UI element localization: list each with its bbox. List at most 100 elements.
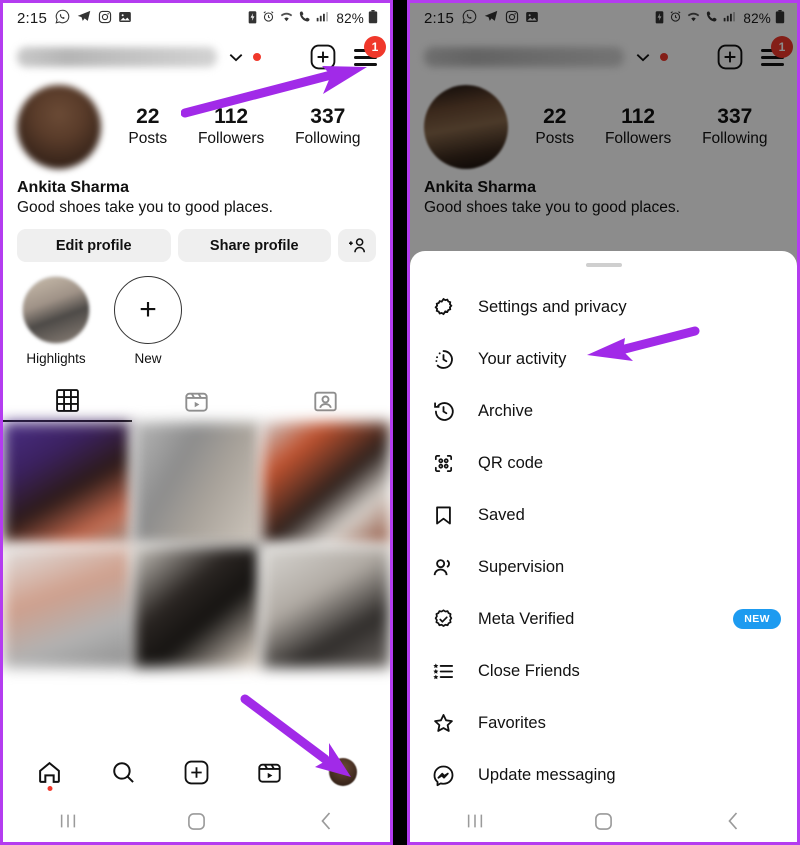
home-square-icon[interactable]: [574, 800, 634, 842]
menu-item-meta-verified[interactable]: Meta Verified NEW: [410, 593, 797, 645]
battery-saver-icon: [247, 10, 258, 27]
status-bar: 2:15 82%: [3, 3, 390, 33]
menu-item-update-messaging[interactable]: Update messaging: [410, 749, 797, 801]
new-post-button[interactable]: [308, 42, 338, 72]
back-chevron-icon[interactable]: [703, 800, 763, 842]
menu-item-label: Close Friends: [478, 661, 580, 680]
grid-cell[interactable]: [132, 422, 261, 544]
stats-group: 22 Posts 112 Followers 337 Following: [101, 105, 376, 149]
status-badge-new: NEW: [733, 609, 781, 629]
menu-item-label: Your activity: [478, 349, 567, 368]
edit-profile-button[interactable]: Edit profile: [17, 229, 171, 262]
panel-divider: [393, 0, 407, 845]
telegram-icon: [76, 9, 92, 27]
grid-cell[interactable]: [132, 546, 261, 668]
menu-item-qr-code[interactable]: QR code: [410, 437, 797, 489]
profile-bio: Good shoes take you to good places.: [17, 199, 273, 216]
system-nav-bar: [410, 800, 797, 842]
battery-icon: [368, 9, 378, 27]
create-nav-button[interactable]: [174, 752, 218, 792]
menu-item-label: Update messaging: [478, 765, 616, 784]
search-nav-button[interactable]: [101, 752, 145, 792]
signal-icon: [316, 10, 330, 26]
plus-icon: +: [114, 276, 182, 344]
profile-name: Ankita Sharma: [17, 179, 130, 196]
menu-item-label: Saved: [478, 505, 525, 524]
menu-item-your-activity[interactable]: Your activity: [410, 333, 797, 385]
stat-posts[interactable]: 22 Posts: [128, 105, 167, 149]
profile-header: 1: [3, 33, 390, 81]
account-notification-dot: [253, 53, 261, 61]
home-notification-dot: [47, 786, 53, 791]
post-grid: [3, 422, 390, 668]
status-bar-left: 2:15: [17, 9, 132, 27]
profile-avatar[interactable]: [17, 85, 101, 169]
hamburger-menu-icon[interactable]: 1: [352, 36, 386, 68]
highlights-row: Highlights + New: [3, 262, 390, 366]
highlight-new-label: New: [134, 351, 162, 366]
back-chevron-icon[interactable]: [296, 800, 356, 842]
menu-item-label: Favorites: [478, 713, 546, 732]
tab-reels[interactable]: [132, 380, 261, 422]
tab-grid[interactable]: [3, 380, 132, 422]
stat-following[interactable]: 337 Following: [295, 105, 360, 149]
menu-item-label: Archive: [478, 401, 534, 420]
posts-count: 22: [136, 104, 160, 128]
home-square-icon[interactable]: [167, 800, 227, 842]
menu-item-saved[interactable]: Saved: [410, 489, 797, 541]
highlight-new-item[interactable]: + New: [113, 276, 183, 366]
left-screen: 2:15 82% 1 22 Posts 112 Followers 337 Fo…: [3, 3, 390, 842]
add-person-button[interactable]: [338, 229, 376, 262]
reels-nav-button[interactable]: [248, 752, 292, 792]
profile-actions: Edit profile Share profile: [3, 217, 390, 262]
grid-cell[interactable]: [3, 546, 131, 668]
messenger-icon: [432, 764, 462, 787]
stats-row: 22 Posts 112 Followers 337 Following: [3, 81, 390, 169]
close-friends-icon: [432, 660, 462, 683]
posts-label: Posts: [128, 130, 168, 147]
screenshot-stage: 2:15 82% 1 22 Posts 112 Followers 337 Fo…: [0, 0, 800, 845]
menu-item-settings-and-privacy[interactable]: Settings and privacy: [410, 281, 797, 333]
menu-item-supervision[interactable]: Supervision: [410, 541, 797, 593]
share-profile-button[interactable]: Share profile: [177, 229, 331, 262]
left-phone-panel: 2:15 82% 1 22 Posts 112 Followers 337 Fo…: [0, 0, 393, 845]
menu-list: Settings and privacy Your activity Archi…: [410, 267, 797, 801]
people-icon: [432, 556, 462, 579]
highlight-label: Highlights: [26, 351, 86, 366]
qr-code-icon: [432, 452, 462, 475]
verified-badge-icon: [432, 608, 462, 631]
alarm-icon: [262, 10, 275, 26]
grid-cell[interactable]: [262, 546, 390, 668]
star-icon: [432, 712, 462, 735]
grid-cell[interactable]: [3, 422, 131, 544]
recents-icon[interactable]: [445, 800, 505, 842]
activity-clock-icon: [432, 348, 462, 371]
highlight-item[interactable]: Highlights: [21, 276, 91, 366]
grid-cell[interactable]: [262, 422, 390, 544]
status-bar-right: 82%: [247, 9, 378, 27]
username-redacted[interactable]: [17, 47, 217, 67]
menu-item-label: Supervision: [478, 557, 565, 576]
menu-item-favorites[interactable]: Favorites: [410, 697, 797, 749]
bookmark-icon: [432, 504, 462, 527]
followers-label: Followers: [197, 130, 265, 147]
recents-icon[interactable]: [38, 800, 98, 842]
gear-icon: [432, 296, 462, 319]
profile-nav-button[interactable]: [321, 752, 365, 792]
stat-followers[interactable]: 112 Followers: [198, 105, 264, 149]
menu-item-close-friends[interactable]: Close Friends: [410, 645, 797, 697]
avatar-icon: [329, 758, 358, 786]
hamburger-line: [354, 63, 377, 66]
tab-tagged[interactable]: [261, 380, 390, 422]
menu-badge-count: 1: [364, 36, 386, 58]
chevron-down-icon[interactable]: [229, 49, 243, 66]
menu-item-archive[interactable]: Archive: [410, 385, 797, 437]
call-icon: [298, 10, 312, 26]
archive-clock-icon: [432, 400, 462, 423]
right-screen: 2:15 82% 1 22 Posts 112 Followers 337 Fo…: [410, 3, 797, 842]
battery-percent: 82%: [336, 10, 364, 26]
system-nav-bar: [3, 800, 390, 842]
right-phone-panel: 2:15 82% 1 22 Posts 112 Followers 337 Fo…: [407, 0, 800, 845]
home-nav-button[interactable]: [28, 752, 72, 792]
menu-item-label: QR code: [478, 453, 544, 472]
